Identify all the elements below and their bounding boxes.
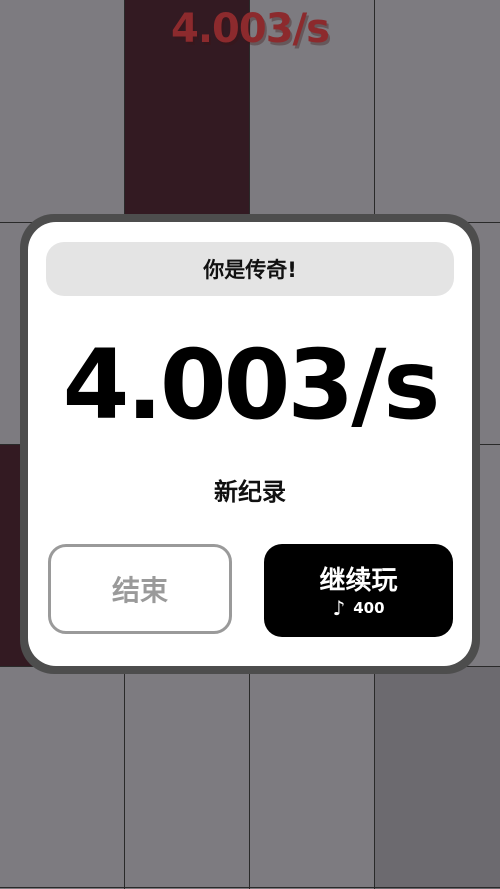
shaded-tile <box>375 666 500 889</box>
result-dialog: 你是传奇! 4.003/s 新纪录 结束 继续玩 ♪ 400 <box>28 222 472 666</box>
continue-button[interactable]: 继续玩 ♪ 400 <box>264 544 453 637</box>
hud-score: 4.003/s <box>171 6 330 52</box>
cost-value: 400 <box>353 598 385 617</box>
dialog-title: 你是传奇! <box>46 242 454 296</box>
result-score: 4.003/s <box>62 329 441 441</box>
row-divider <box>0 887 500 888</box>
new-record-label: 新纪录 <box>214 478 286 506</box>
continue-label: 继续玩 <box>319 565 398 596</box>
continue-cost: ♪ 400 <box>332 598 384 618</box>
music-note-icon: ♪ <box>332 595 346 620</box>
end-button[interactable]: 结束 <box>48 544 232 634</box>
